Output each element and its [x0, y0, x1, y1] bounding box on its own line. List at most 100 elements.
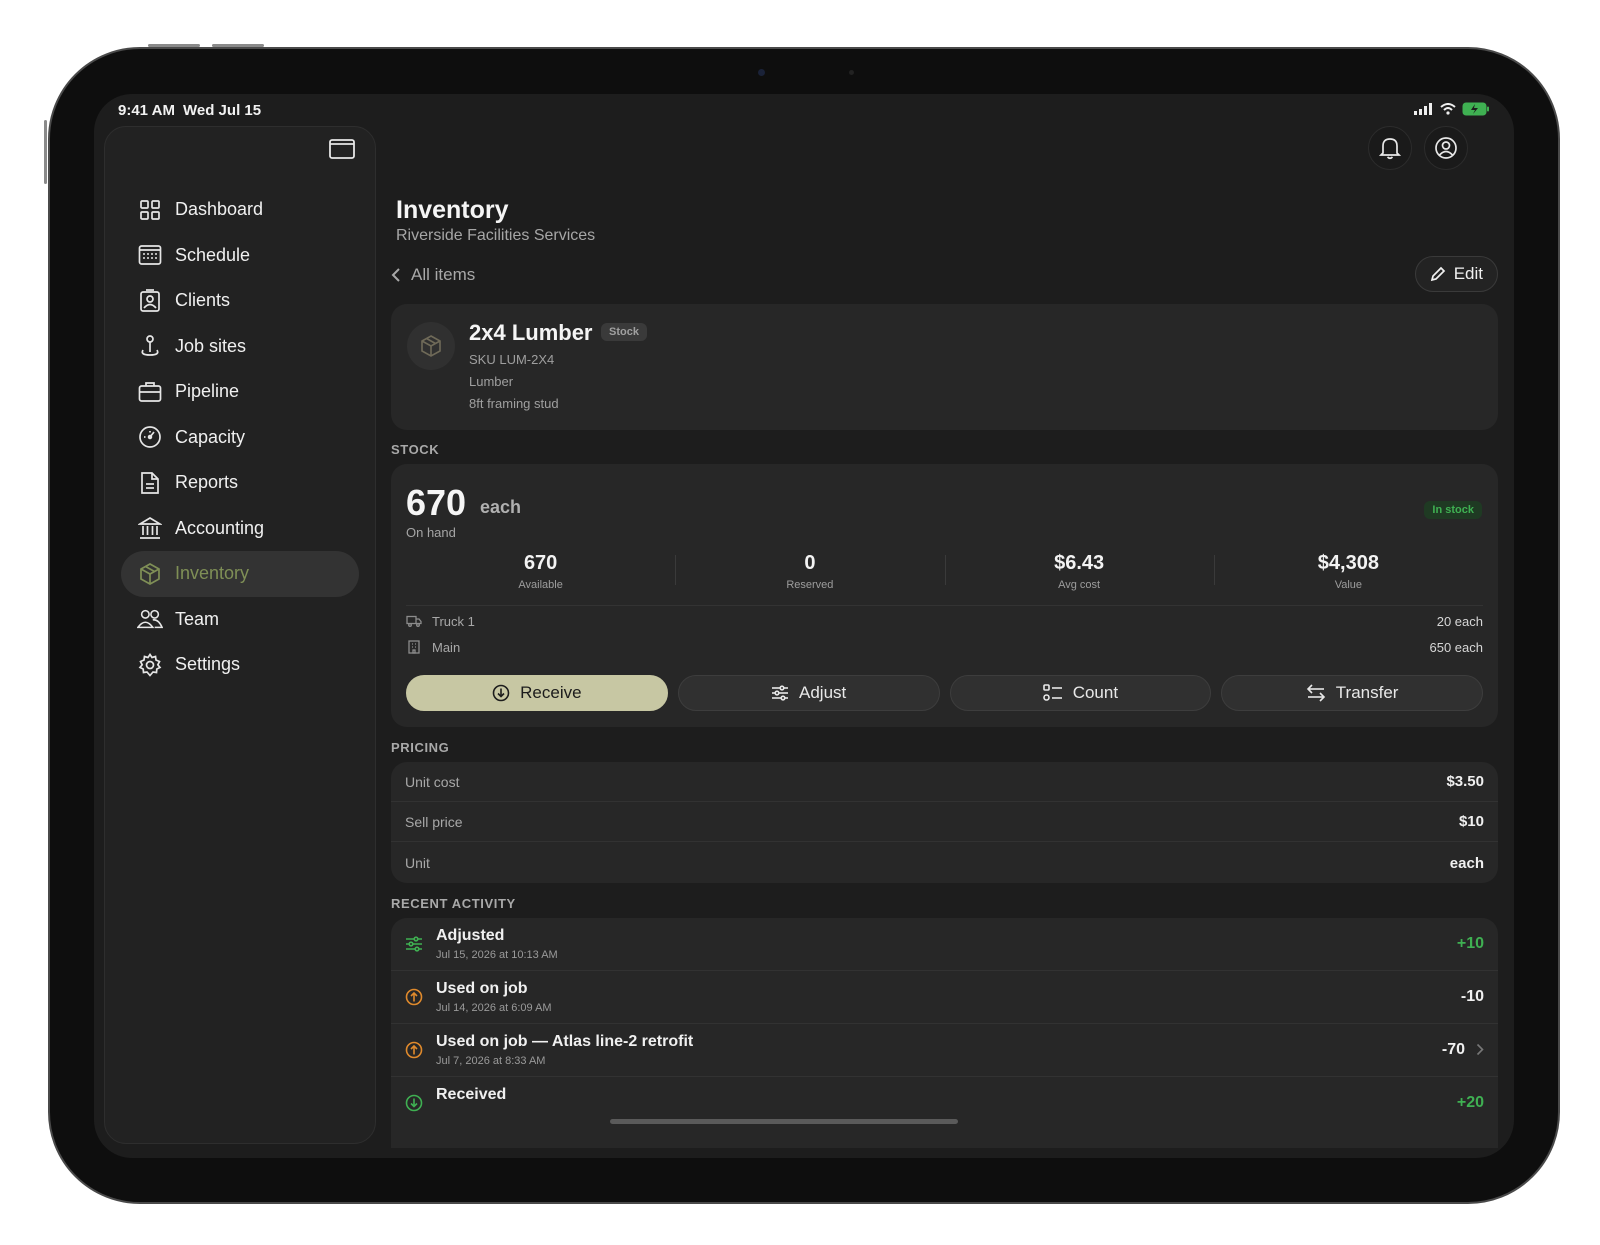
status-date: Wed Jul 15 — [183, 102, 262, 119]
transfer-arrows-icon — [1306, 684, 1325, 702]
location-row: Truck 1 20 each — [406, 611, 1483, 631]
pricing-card: Unit cost $3.50 Sell price $10 Unit each — [391, 762, 1498, 883]
calendar-icon — [137, 242, 163, 268]
sidebar-item-label: Job sites — [175, 335, 247, 356]
box-icon — [137, 561, 163, 587]
location-qty: 20 each — [1436, 613, 1483, 629]
location-name: Truck 1 — [432, 613, 475, 629]
sidebar-item-team[interactable]: Team — [121, 597, 359, 643]
pricing-row-unit-cost: Unit cost $3.50 — [391, 762, 1498, 802]
stat-value: 670 — [523, 552, 558, 574]
activity-date: Jul 14, 2026 at 6:09 AM — [436, 1002, 552, 1014]
sidebar-item-label: Reports — [175, 472, 239, 493]
download-circle-icon — [492, 684, 510, 702]
activity-title: Used on job — Atlas line-2 retrofit — [436, 1033, 694, 1050]
status-badge: In stock — [1424, 501, 1482, 519]
checklist-icon — [1042, 684, 1062, 701]
sidebar-item-capacity[interactable]: Capacity — [121, 415, 359, 461]
arrow-up-circle-icon — [405, 1041, 423, 1059]
document-icon — [137, 470, 163, 496]
activity-row[interactable]: Adjusted Jul 15, 2026 at 10:13 AM +10 — [391, 918, 1498, 971]
sidebar-item-label: Pipeline — [175, 381, 240, 402]
stock-stats: 670 Available 0 Reserved $6.43 Avg cost … — [406, 552, 1483, 592]
sidebar: Dashboard Schedule Clients Job sites Pip… — [104, 126, 376, 1144]
gear-icon — [137, 652, 163, 678]
stat-value: $6.43 — [1054, 552, 1105, 574]
pencil-icon — [1430, 266, 1445, 282]
edit-button[interactable]: Edit — [1414, 256, 1498, 292]
pricing-label: Unit — [405, 855, 430, 871]
sidebar-item-reports[interactable]: Reports — [121, 460, 359, 506]
activity-date: Jul 15, 2026 at 10:13 AM — [436, 949, 558, 961]
count-button[interactable]: Count — [949, 675, 1212, 711]
arrow-up-circle-icon — [405, 988, 423, 1006]
pricing-value: each — [1449, 854, 1484, 872]
stat-available: 670 Available — [406, 552, 675, 592]
stat-avg-cost: $6.43 Avg cost — [944, 552, 1214, 592]
sidebar-toggle-icon[interactable] — [329, 139, 355, 159]
back-link[interactable]: All items — [391, 265, 475, 285]
pricing-label: Sell price — [405, 813, 463, 830]
location-row: Main 650 each — [406, 637, 1483, 657]
sidebar-item-label: Inventory — [175, 563, 250, 584]
back-link-label: All items — [411, 265, 476, 284]
sidebar-item-dashboard[interactable]: Dashboard — [121, 187, 359, 233]
map-pin-icon — [137, 333, 163, 359]
pricing-value: $3.50 — [1446, 773, 1484, 790]
transfer-button-label: Transfer — [1335, 683, 1399, 702]
activity-title: Received — [436, 1086, 507, 1103]
stat-reserved: 0 Reserved — [675, 552, 944, 592]
volume-down-button — [212, 44, 264, 47]
screen: 9:41 AM Wed Jul 15 Dashboard Schedule Cl… — [94, 94, 1514, 1158]
truck-icon — [406, 615, 422, 627]
stat-label: Available — [518, 579, 563, 591]
pricing-value: $10 — [1458, 813, 1484, 830]
on-hand-value: 670 — [406, 482, 467, 523]
stat-value-total: $4,308 Value — [1213, 552, 1483, 592]
location-qty: 650 each — [1429, 639, 1484, 655]
sidebar-item-job-sites[interactable]: Job sites — [121, 324, 359, 370]
sliders-icon — [772, 685, 788, 701]
adjust-button[interactable]: Adjust — [677, 675, 940, 711]
main-content: Inventory Riverside Facilities Services … — [391, 94, 1498, 1158]
pricing-row-sell-price: Sell price $10 — [391, 802, 1498, 842]
stock-section-label: STOCK — [391, 442, 440, 457]
item-type-badge: Stock — [601, 323, 647, 341]
activity-row[interactable]: Used on job Jul 14, 2026 at 6:09 AM -10 — [391, 971, 1498, 1024]
sidebar-item-inventory[interactable]: Inventory — [121, 551, 359, 597]
sidebar-item-clients[interactable]: Clients — [121, 278, 359, 324]
activity-row[interactable]: Used on job — Atlas line-2 retrofit Jul … — [391, 1024, 1498, 1077]
volume-up-button — [148, 44, 200, 47]
home-indicator[interactable] — [610, 1119, 958, 1124]
sidebar-item-label: Clients — [175, 290, 231, 311]
sidebar-nav: Dashboard Schedule Clients Job sites Pip… — [121, 187, 359, 688]
sliders-icon — [406, 936, 422, 952]
item-card: 2x4 Lumber Stock SKU LUM-2X4 Lumber 8ft … — [391, 304, 1498, 430]
sidebar-item-label: Schedule — [175, 244, 251, 265]
stock-actions: Receive Adjust Count Transfer — [406, 675, 1483, 711]
ambient-sensor — [849, 70, 854, 75]
stat-value: 0 — [804, 552, 816, 574]
sidebar-item-pipeline[interactable]: Pipeline — [121, 369, 359, 415]
sidebar-item-settings[interactable]: Settings — [121, 642, 359, 688]
sidebar-item-schedule[interactable]: Schedule — [121, 233, 359, 279]
contact-card-icon — [137, 288, 163, 314]
download-circle-icon — [405, 1094, 423, 1112]
divider — [406, 605, 1483, 606]
adjust-button-label: Adjust — [799, 683, 847, 702]
receive-button[interactable]: Receive — [406, 675, 668, 711]
box-icon — [421, 335, 441, 357]
sidebar-item-accounting[interactable]: Accounting — [121, 506, 359, 552]
stat-label: Avg cost — [1058, 579, 1101, 591]
page-subtitle: Riverside Facilities Services — [396, 227, 596, 244]
activity-qty: -10 — [1460, 988, 1484, 1005]
item-description: 8ft framing stud — [469, 396, 559, 411]
bank-icon — [137, 515, 163, 541]
sidebar-item-label: Dashboard — [175, 199, 264, 220]
sidebar-item-label: Settings — [175, 654, 241, 675]
transfer-button[interactable]: Transfer — [1221, 675, 1483, 711]
grid-icon — [137, 197, 163, 223]
stat-label: Reserved — [786, 579, 834, 591]
activity-section-label: RECENT ACTIVITY — [391, 896, 516, 911]
gauge-icon — [137, 424, 163, 450]
